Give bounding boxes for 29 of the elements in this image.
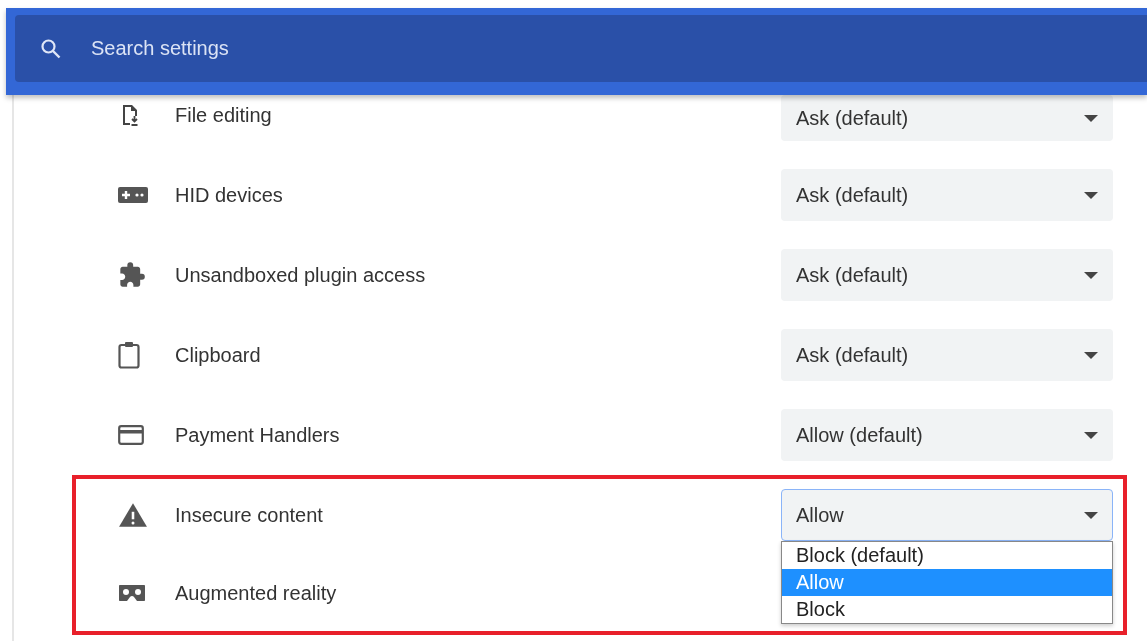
permission-dropdown[interactable]: Ask (default) <box>781 329 1113 381</box>
gamepad-icon <box>118 187 148 203</box>
setting-label: HID devices <box>175 183 283 207</box>
permission-dropdown[interactable]: Ask (default) <box>781 169 1113 221</box>
permission-dropdown[interactable]: Ask (default) <box>781 249 1113 301</box>
caret-icon <box>1084 191 1098 199</box>
permission-dropdown[interactable]: Ask (default) <box>781 95 1113 141</box>
setting-label: Insecure content <box>175 503 323 527</box>
permission-dropdown[interactable]: Allow (default) <box>781 409 1113 461</box>
setting-label: File editing <box>175 103 272 127</box>
setting-label: Unsandboxed plugin access <box>175 263 426 287</box>
setting-label: Clipboard <box>175 343 261 367</box>
caret-icon <box>1084 271 1098 279</box>
puzzle-piece-icon <box>118 261 146 289</box>
permission-dropdown[interactable]: Allow <box>781 489 1113 541</box>
search-field[interactable]: Search settings <box>91 37 251 60</box>
clipboard-icon <box>118 341 140 369</box>
caret-icon <box>1084 511 1098 519</box>
setting-label: Augmented reality <box>175 581 337 605</box>
caret-icon <box>1084 431 1098 439</box>
credit-card-icon <box>118 425 144 445</box>
caret-icon <box>1084 351 1098 359</box>
warning-icon <box>118 502 148 528</box>
dropdown-option[interactable]: Block <box>782 596 1112 623</box>
caret-icon <box>1084 114 1098 122</box>
dropdown-option[interactable]: Block (default) <box>782 542 1112 569</box>
setting-label: Payment Handlers <box>175 423 340 447</box>
search-icon <box>39 36 63 61</box>
vr-headset-icon <box>118 584 146 602</box>
